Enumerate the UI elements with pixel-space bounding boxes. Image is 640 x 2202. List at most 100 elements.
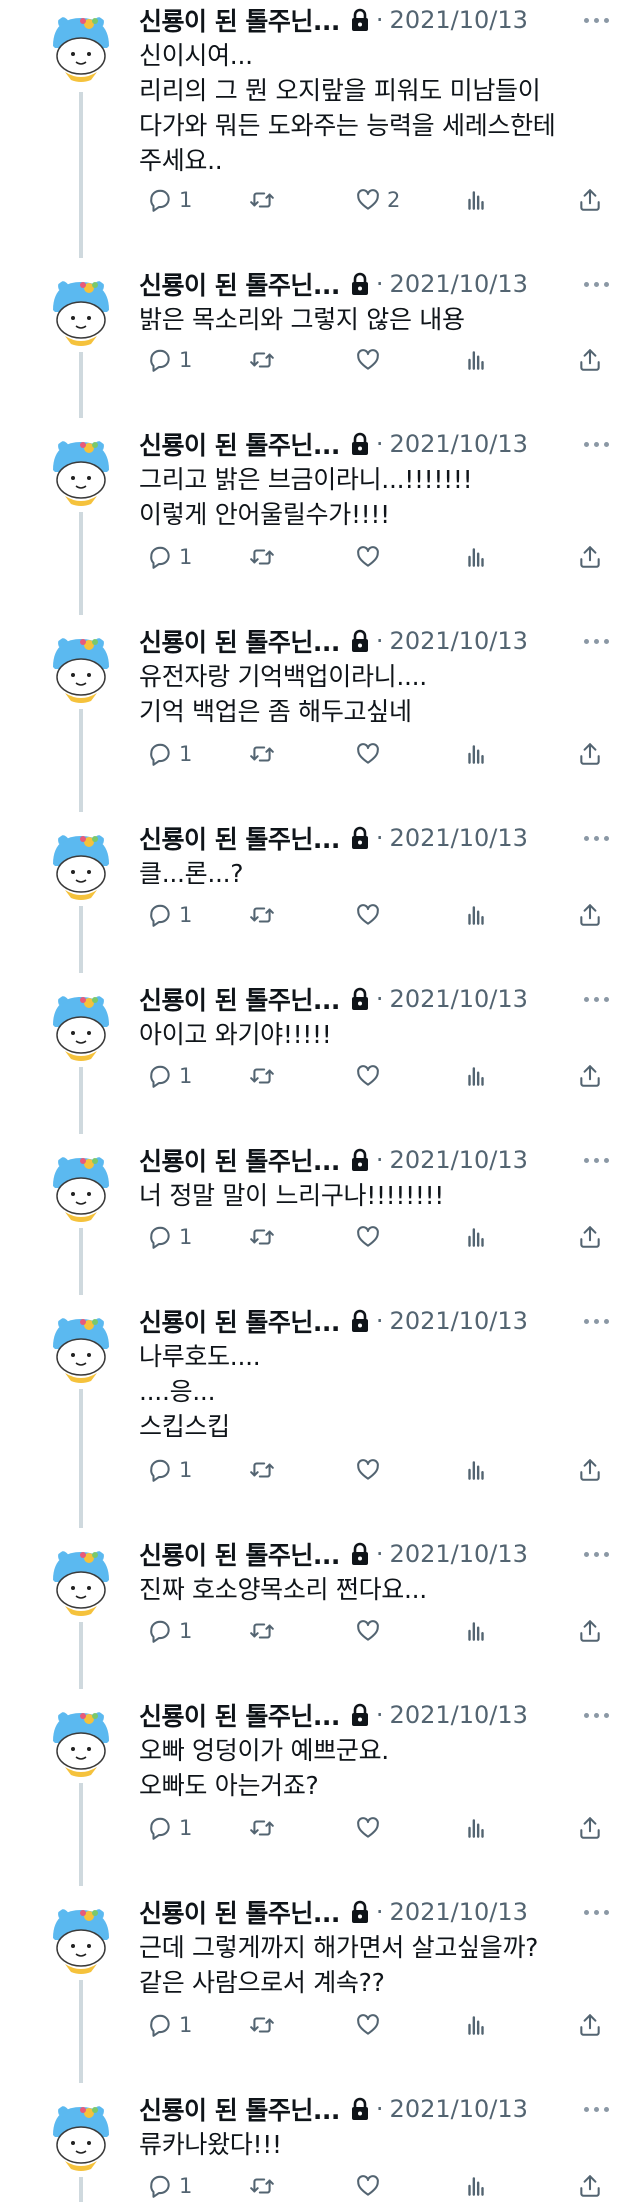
like-button[interactable] [349, 343, 381, 377]
share-button[interactable] [571, 2169, 603, 2202]
avatar[interactable] [45, 436, 117, 508]
like-button[interactable] [349, 1811, 381, 1845]
share-button[interactable] [571, 1811, 603, 1845]
like-button[interactable] [349, 898, 381, 932]
retweet-button[interactable] [243, 1059, 275, 1093]
retweet-button[interactable] [243, 1811, 275, 1845]
more-icon[interactable] [584, 426, 609, 462]
display-name[interactable]: 신룡이 된 톨주닌... [139, 2, 340, 38]
reply-button[interactable]: 1 [141, 2008, 192, 2042]
share-button[interactable] [571, 1614, 603, 1648]
more-icon[interactable] [584, 981, 609, 1017]
tweet[interactable]: 신룡이 된 톨주닌... · 2021/10/13 너 정말 말이 느리구나!!!!!… [0, 1140, 640, 1271]
share-button[interactable] [571, 1453, 603, 1487]
reply-button[interactable]: 1 [141, 2169, 192, 2202]
display-name[interactable]: 신룡이 된 톨주닌... [139, 1697, 340, 1733]
display-name[interactable]: 신룡이 된 톨주닌... [139, 266, 340, 302]
avatar[interactable] [45, 1546, 117, 1618]
avatar[interactable] [45, 1152, 117, 1224]
like-button[interactable] [349, 540, 381, 574]
display-name[interactable]: 신룡이 된 톨주닌... [139, 1536, 340, 1572]
retweet-button[interactable] [243, 1614, 275, 1648]
views-button[interactable] [457, 1614, 489, 1648]
avatar[interactable] [45, 633, 117, 705]
views-button[interactable] [457, 183, 489, 217]
views-button[interactable] [457, 737, 489, 771]
retweet-button[interactable] [243, 1220, 275, 1254]
reply-button[interactable]: 1 [141, 1614, 192, 1648]
reply-button[interactable]: 1 [141, 1453, 192, 1487]
views-button[interactable] [457, 898, 489, 932]
views-button[interactable] [457, 1059, 489, 1093]
display-name[interactable]: 신룡이 된 톨주닌... [139, 820, 340, 856]
display-name[interactable]: 신룡이 된 톨주닌... [139, 623, 340, 659]
retweet-button[interactable] [243, 737, 275, 771]
tweet-date[interactable]: 2021/10/13 [390, 1540, 528, 1568]
views-button[interactable] [457, 1220, 489, 1254]
like-button[interactable]: 2 [349, 183, 400, 217]
tweet-date[interactable]: 2021/10/13 [390, 1898, 528, 1926]
views-button[interactable] [457, 2008, 489, 2042]
avatar[interactable] [45, 830, 117, 902]
tweet-date[interactable]: 2021/10/13 [390, 824, 528, 852]
avatar[interactable] [45, 1313, 117, 1385]
tweet[interactable]: 신룡이 된 톨주닌... · 2021/10/13 밝은 목소리와 그렇지 않은 내용… [0, 264, 640, 394]
share-button[interactable] [571, 1220, 603, 1254]
share-button[interactable] [571, 898, 603, 932]
tweet[interactable]: 신룡이 된 톨주닌... · 2021/10/13 아이고 와기야!!!!! 1 [0, 979, 640, 1110]
display-name[interactable]: 신룡이 된 톨주닌... [139, 1894, 340, 1930]
display-name[interactable]: 신룡이 된 톨주닌... [139, 426, 340, 462]
tweet[interactable]: 신룡이 된 톨주닌... · 2021/10/13 류카나왔다!!! 1 [0, 2089, 640, 2202]
more-icon[interactable] [584, 1536, 609, 1572]
views-button[interactable] [457, 2169, 489, 2202]
avatar[interactable] [45, 991, 117, 1063]
tweet-date[interactable]: 2021/10/13 [390, 627, 528, 655]
retweet-button[interactable] [243, 1453, 275, 1487]
tweet[interactable]: 신룡이 된 톨주닌... · 2021/10/13 진짜 호소양목소리 쩐다요... 1 [0, 1534, 640, 1665]
retweet-button[interactable] [243, 2008, 275, 2042]
retweet-button[interactable] [243, 898, 275, 932]
tweet[interactable]: 신룡이 된 톨주닌... · 2021/10/13 그리고 밝은 브금이라니...!!… [0, 424, 640, 591]
tweet[interactable]: 신룡이 된 톨주닌... · 2021/10/13 오빠 엉덩이가 예쁘군요. 오빠도 … [0, 1695, 640, 1862]
display-name[interactable]: 신룡이 된 톨주닌... [139, 981, 340, 1017]
display-name[interactable]: 신룡이 된 톨주닌... [139, 2091, 340, 2127]
tweet-date[interactable]: 2021/10/13 [390, 985, 528, 1013]
tweet-date[interactable]: 2021/10/13 [390, 430, 528, 458]
more-icon[interactable] [584, 1303, 609, 1339]
tweet-date[interactable]: 2021/10/13 [390, 2095, 528, 2123]
reply-button[interactable]: 1 [141, 343, 192, 377]
reply-button[interactable]: 1 [141, 183, 192, 217]
retweet-button[interactable] [243, 540, 275, 574]
like-button[interactable] [349, 2008, 381, 2042]
more-icon[interactable] [584, 1697, 609, 1733]
reply-button[interactable]: 1 [141, 1220, 192, 1254]
like-button[interactable] [349, 1453, 381, 1487]
more-icon[interactable] [584, 2091, 609, 2127]
reply-button[interactable]: 1 [141, 540, 192, 574]
share-button[interactable] [571, 343, 603, 377]
tweet-date[interactable]: 2021/10/13 [390, 1701, 528, 1729]
reply-button[interactable]: 1 [141, 898, 192, 932]
retweet-button[interactable] [243, 2169, 275, 2202]
tweet[interactable]: 신룡이 된 톨주닌... · 2021/10/13 유전자랑 기억백업이라니.... 기… [0, 621, 640, 788]
tweet-date[interactable]: 2021/10/13 [390, 270, 528, 298]
tweet[interactable]: 신룡이 된 톨주닌... · 2021/10/13 근데 그렇게까지 해가면서 살고싶… [0, 1892, 640, 2059]
share-button[interactable] [571, 737, 603, 771]
tweet-date[interactable]: 2021/10/13 [390, 6, 528, 34]
more-icon[interactable] [584, 266, 609, 302]
display-name[interactable]: 신룡이 된 톨주닌... [139, 1142, 340, 1178]
like-button[interactable] [349, 1614, 381, 1648]
more-icon[interactable] [584, 1142, 609, 1178]
reply-button[interactable]: 1 [141, 737, 192, 771]
share-button[interactable] [571, 540, 603, 574]
avatar[interactable] [45, 2101, 117, 2173]
more-icon[interactable] [584, 820, 609, 856]
reply-button[interactable]: 1 [141, 1811, 192, 1845]
like-button[interactable] [349, 2169, 381, 2202]
share-button[interactable] [571, 2008, 603, 2042]
avatar[interactable] [45, 1904, 117, 1976]
retweet-button[interactable] [243, 343, 275, 377]
avatar[interactable] [45, 276, 117, 348]
avatar[interactable] [45, 12, 117, 84]
tweet[interactable]: 신룡이 된 톨주닌... · 2021/10/13 신이시여... 리리의 그 뭔 오지… [0, 0, 640, 234]
